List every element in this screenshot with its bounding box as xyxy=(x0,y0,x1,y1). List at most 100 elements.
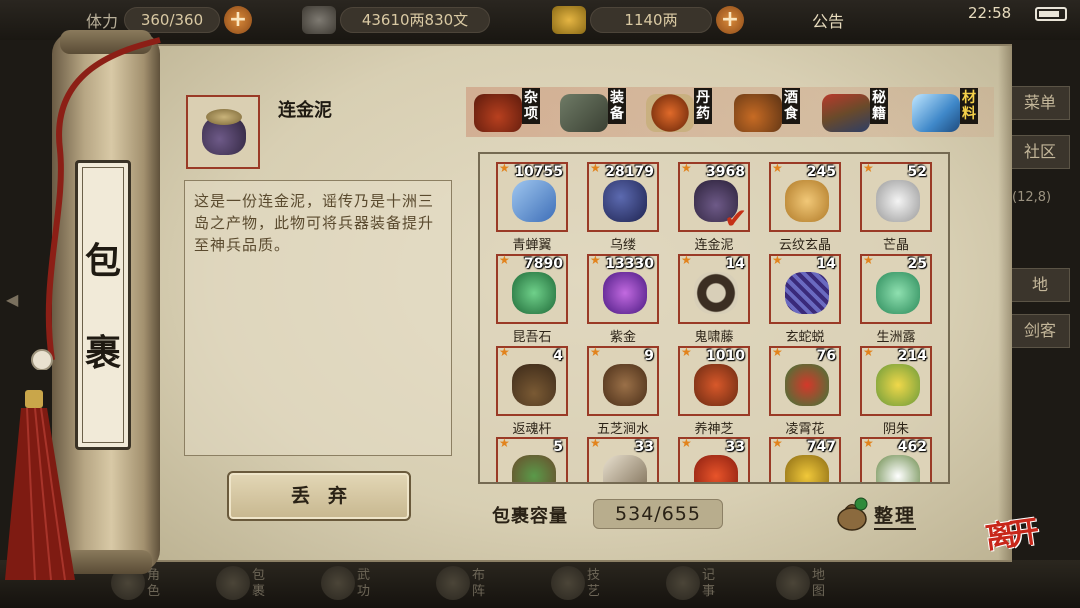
item-grid: ★ 10755 青蝉翼 ★ 28179 乌缕 ★ 3968 ✔ 连金泥 ★ 245 云纹玄晶 ★ 52 芒晶 ★… xyxy=(478,152,950,484)
money-bag-icon[interactable] xyxy=(834,496,870,532)
stamina-label: 体力 xyxy=(86,12,119,31)
item-slot[interactable]: ★ 28179 xyxy=(587,161,659,232)
star-icon: ★ xyxy=(863,161,874,175)
tab-sundries[interactable]: 杂项 xyxy=(468,84,554,140)
item-count: 7890 xyxy=(524,256,563,272)
capacity-value: 534/655 xyxy=(593,499,723,529)
item-count: 214 xyxy=(897,348,927,364)
star-icon: ★ xyxy=(681,161,692,175)
item-art-icon xyxy=(876,364,920,406)
bottom-nav-martial[interactable]: 武功 xyxy=(315,562,397,606)
add-stamina-button[interactable]: + xyxy=(224,6,252,34)
item-slot[interactable]: ★ 5 xyxy=(496,436,568,482)
item-slot[interactable]: ★ 76 xyxy=(769,345,841,416)
star-icon: ★ xyxy=(772,436,783,450)
item-count: 3968 xyxy=(706,164,745,180)
item-slot[interactable]: ★ 7890 xyxy=(496,253,568,324)
tab-materials[interactable]: 材料 xyxy=(906,84,992,140)
item-art-icon xyxy=(876,455,920,482)
bottom-nav-bag[interactable]: 包裹 xyxy=(210,562,292,606)
swordsman-side-button[interactable]: 剑客 xyxy=(1010,314,1070,348)
item-count: 33 xyxy=(725,439,745,455)
item-name: 芒晶 xyxy=(882,238,909,253)
battery-icon xyxy=(1035,7,1067,21)
item-slot[interactable]: ★ 3968 ✔ xyxy=(678,161,750,235)
tab-pills[interactable]: 丹药 xyxy=(640,84,726,140)
star-icon: ★ xyxy=(499,253,510,267)
tassel-icon xyxy=(5,390,75,581)
item-art-icon xyxy=(694,455,738,482)
item-count: 25 xyxy=(907,256,927,272)
add-gold-button[interactable]: + xyxy=(716,6,744,34)
menu-button[interactable]: 菜单 xyxy=(1010,86,1070,120)
item-art-icon xyxy=(785,364,829,406)
item-slot[interactable]: ★ 14 xyxy=(769,253,841,324)
star-icon: ★ xyxy=(499,345,510,359)
item-slot[interactable]: ★ 214 xyxy=(860,345,932,416)
item-art-icon xyxy=(512,455,556,482)
star-icon: ★ xyxy=(863,345,874,359)
bottom-nav-map[interactable]: 地图 xyxy=(770,562,852,606)
tab-equipment[interactable]: 装备 xyxy=(554,84,640,140)
tab-wine-food[interactable]: 酒食 xyxy=(728,84,814,140)
item-slot[interactable]: ★ 462 xyxy=(860,436,932,482)
sort-button[interactable]: 整理 xyxy=(874,501,917,530)
star-icon: ★ xyxy=(772,161,783,175)
notice-button[interactable]: 公告 xyxy=(812,8,844,32)
item-art-icon xyxy=(603,364,647,406)
item-count: 747 xyxy=(806,439,836,455)
wine-food-icon xyxy=(734,94,782,132)
map-side-button[interactable]: 地 xyxy=(1010,268,1070,302)
capacity-label: 包裹容量 xyxy=(492,506,568,527)
clock: 22:58 xyxy=(968,4,1012,22)
item-art-icon xyxy=(876,180,920,222)
star-icon: ★ xyxy=(863,436,874,450)
skill-icon xyxy=(551,566,585,600)
item-slot[interactable]: ★ 52 xyxy=(860,161,932,232)
community-button[interactable]: 社区 xyxy=(1010,135,1070,169)
item-slot[interactable]: ★ 245 xyxy=(769,161,841,232)
item-art-icon xyxy=(876,272,920,314)
item-description: 这是一份连金泥，谣传乃是十洲三岛之产物，此物可将兵器装备提升至神兵品质。 xyxy=(194,192,435,254)
bottom-nav-skill[interactable]: 技艺 xyxy=(545,562,627,606)
gold-value: 1140两 xyxy=(590,7,712,33)
item-slot[interactable]: ★ 1010 xyxy=(678,345,750,416)
bottom-nav-formation[interactable]: 布阵 xyxy=(430,562,512,606)
item-slot[interactable]: ★ 9 xyxy=(587,345,659,416)
item-art-icon xyxy=(603,180,647,222)
item-count: 10755 xyxy=(514,164,563,180)
item-name: 紫金 xyxy=(609,330,636,345)
item-slot[interactable]: ★ 747 xyxy=(769,436,841,482)
bottom-nav-journal[interactable]: 记事 xyxy=(660,562,742,606)
copper-coin-icon xyxy=(302,6,336,34)
item-slot[interactable]: ★ 14 xyxy=(678,253,750,324)
tab-manuals[interactable]: 秘籍 xyxy=(816,84,902,140)
star-icon: ★ xyxy=(681,253,692,267)
leave-button[interactable]: 离开 xyxy=(982,507,1036,557)
item-count: 245 xyxy=(806,164,836,180)
item-art-icon xyxy=(603,455,647,482)
item-slot[interactable]: ★ 33 xyxy=(678,436,750,482)
item-slot[interactable]: ★ 13330 xyxy=(587,253,659,324)
item-art-icon xyxy=(694,272,738,314)
star-icon: ★ xyxy=(499,436,510,450)
item-slot[interactable]: ★ 4 xyxy=(496,345,568,416)
item-count: 462 xyxy=(897,439,927,455)
item-name: 连金泥 xyxy=(694,238,734,253)
item-name: 阴朱 xyxy=(882,422,909,437)
map-coordinate: (12,8) xyxy=(1012,190,1052,205)
item-slot[interactable]: ★ 33 xyxy=(587,436,659,482)
star-icon: ★ xyxy=(681,345,692,359)
item-slot[interactable]: ★ 25 xyxy=(860,253,932,324)
discard-button[interactable]: 丢弃 xyxy=(227,471,411,521)
star-icon: ★ xyxy=(681,436,692,450)
star-icon: ★ xyxy=(590,436,601,450)
item-count: 1010 xyxy=(706,348,745,364)
crystal-material-icon xyxy=(912,94,960,132)
item-name: 昆吾石 xyxy=(512,330,552,345)
item-name: 凌霄花 xyxy=(785,422,825,437)
item-count: 13330 xyxy=(605,256,654,272)
item-name: 养神芝 xyxy=(694,422,734,437)
item-slot[interactable]: ★ 10755 xyxy=(496,161,568,232)
item-art-icon xyxy=(785,272,829,314)
